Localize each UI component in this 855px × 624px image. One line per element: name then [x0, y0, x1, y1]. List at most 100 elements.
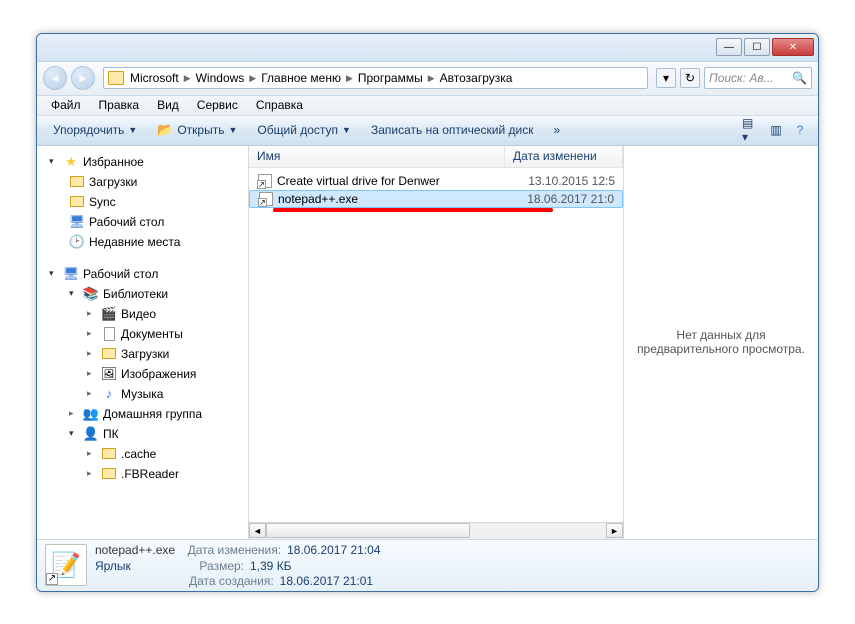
expand-icon[interactable]: ▸ [87, 348, 97, 359]
nav-cache[interactable]: ▸.cache [37, 444, 248, 464]
nav-desktop-root[interactable]: ▾🖥Рабочий стол [37, 264, 248, 284]
crumb-programs[interactable]: Программы [356, 71, 425, 85]
share-button[interactable]: Общий доступ▼ [249, 120, 359, 140]
menu-file[interactable]: Файл [43, 96, 89, 114]
details-datemod-label: Дата изменения: [181, 543, 281, 558]
nav-video[interactable]: ▸🎬Видео [37, 304, 248, 324]
collapse-icon[interactable]: ▾ [69, 428, 79, 439]
details-created: 18.06.2017 21:01 [280, 574, 373, 588]
nav-music[interactable]: ▸♪Музыка [37, 384, 248, 404]
desktop-icon: 🖥 [63, 266, 79, 282]
menu-help[interactable]: Справка [248, 96, 311, 114]
shortcut-icon [258, 191, 274, 207]
file-row[interactable]: Create virtual drive for Denwer 13.10.20… [249, 172, 623, 190]
help-button[interactable]: ? [790, 120, 810, 140]
scroll-right-button[interactable]: ► [606, 523, 623, 538]
maximize-button[interactable]: ☐ [744, 38, 770, 56]
folder-icon [101, 466, 117, 482]
expand-icon[interactable]: ▸ [87, 448, 97, 459]
chevron-right-icon[interactable]: ▶ [246, 73, 259, 84]
forward-button[interactable]: ► [71, 66, 95, 90]
toolbar: Упорядочить▼ 📂Открыть▼ Общий доступ▼ Зап… [37, 116, 818, 146]
scroll-track[interactable] [266, 523, 606, 538]
nav-downloads2[interactable]: ▸Загрузки [37, 344, 248, 364]
folder-icon [101, 346, 117, 362]
folder-icon [101, 446, 117, 462]
nav-documents[interactable]: ▸Документы [37, 324, 248, 344]
homegroup-icon: 👥 [83, 406, 99, 422]
address-bar[interactable]: Microsoft▶ Windows▶ Главное меню▶ Програ… [103, 67, 648, 89]
expand-icon[interactable]: ▸ [87, 368, 97, 379]
column-name[interactable]: Имя [249, 146, 505, 167]
file-date: 18.06.2017 21:0 [527, 192, 618, 206]
burn-button[interactable]: Записать на оптический диск [363, 120, 542, 140]
libraries-icon: 📚 [83, 286, 99, 302]
horizontal-scrollbar[interactable]: ◄ ► [249, 522, 623, 539]
titlebar: — ☐ ✕ [37, 34, 818, 62]
address-dropdown[interactable]: ▾ [656, 68, 676, 88]
minimize-button[interactable]: — [716, 38, 742, 56]
menu-view[interactable]: Вид [149, 96, 187, 114]
navbar: ◄ ► Microsoft▶ Windows▶ Главное меню▶ Пр… [37, 62, 818, 96]
explorer-window: — ☐ ✕ ◄ ► Microsoft▶ Windows▶ Главное ме… [36, 33, 819, 592]
open-icon: 📂 [157, 122, 173, 138]
column-date[interactable]: Дата изменени [505, 146, 623, 167]
details-type: Ярлык [95, 559, 183, 573]
nav-downloads[interactable]: Загрузки [37, 172, 248, 192]
crumb-mainmenu[interactable]: Главное меню [259, 71, 343, 85]
preview-pane-button[interactable]: ▥ [766, 120, 786, 140]
video-icon: 🎬 [101, 306, 117, 322]
search-icon[interactable]: 🔍 [792, 71, 807, 85]
details-datemod: 18.06.2017 21:04 [287, 543, 380, 558]
expand-icon[interactable]: ▸ [69, 408, 79, 419]
scroll-left-button[interactable]: ◄ [249, 523, 266, 538]
expand-icon[interactable]: ▸ [87, 328, 97, 339]
nav-pc[interactable]: ▾👤ПК [37, 424, 248, 444]
menu-edit[interactable]: Правка [91, 96, 148, 114]
nav-sync[interactable]: Sync [37, 192, 248, 212]
chevron-right-icon[interactable]: ▶ [343, 73, 356, 84]
more-button[interactable]: » [545, 120, 568, 140]
music-icon: ♪ [101, 386, 117, 402]
expand-icon[interactable]: ▸ [87, 468, 97, 479]
navigation-pane: ▾★Избранное Загрузки Sync 🖥Рабочий стол … [37, 146, 249, 539]
expand-icon[interactable]: ▸ [87, 308, 97, 319]
crumb-windows[interactable]: Windows [194, 71, 247, 85]
nav-favorites[interactable]: ▾★Избранное [37, 152, 248, 172]
view-options-button[interactable]: ▤ ▾ [742, 120, 762, 140]
collapse-icon[interactable]: ▾ [49, 268, 59, 279]
search-input[interactable]: Поиск: Ав... 🔍 [704, 67, 812, 89]
file-row[interactable]: notepad++.exe 18.06.2017 21:0 [249, 190, 623, 208]
expand-icon[interactable]: ▸ [87, 388, 97, 399]
file-list[interactable]: Create virtual drive for Denwer 13.10.20… [249, 168, 623, 522]
nav-libraries[interactable]: ▾📚Библиотеки [37, 284, 248, 304]
back-button[interactable]: ◄ [43, 66, 67, 90]
file-pane: Имя Дата изменени Create virtual drive f… [249, 146, 624, 539]
user-icon: 👤 [83, 426, 99, 442]
nav-images[interactable]: ▸🖼Изображения [37, 364, 248, 384]
search-placeholder: Поиск: Ав... [709, 71, 774, 85]
images-icon: 🖼 [101, 366, 117, 382]
nav-desktop[interactable]: 🖥Рабочий стол [37, 212, 248, 232]
chevron-right-icon[interactable]: ▶ [425, 73, 438, 84]
open-button[interactable]: 📂Открыть▼ [149, 119, 245, 141]
crumb-microsoft[interactable]: Microsoft [128, 71, 181, 85]
nav-recent[interactable]: 🕑Недавние места [37, 232, 248, 252]
collapse-icon[interactable]: ▾ [49, 156, 59, 167]
file-date: 13.10.2015 12:5 [528, 174, 619, 188]
refresh-button[interactable]: ↻ [680, 68, 700, 88]
details-filename: notepad++.exe [95, 543, 175, 557]
folder-icon [108, 71, 124, 85]
crumb-startup[interactable]: Автозагрузка [438, 71, 515, 85]
preview-pane: Нет данных для предварительного просмотр… [624, 146, 818, 539]
chevron-right-icon[interactable]: ▶ [181, 73, 194, 84]
details-size: 1,39 КБ [250, 559, 292, 573]
close-button[interactable]: ✕ [772, 38, 814, 56]
menu-tools[interactable]: Сервис [189, 96, 246, 114]
collapse-icon[interactable]: ▾ [69, 288, 79, 299]
scroll-thumb[interactable] [266, 523, 470, 538]
nav-fbreader[interactable]: ▸.FBReader [37, 464, 248, 484]
folder-icon [69, 194, 85, 210]
organize-button[interactable]: Упорядочить▼ [45, 120, 145, 140]
nav-homegroup[interactable]: ▸👥Домашняя группа [37, 404, 248, 424]
